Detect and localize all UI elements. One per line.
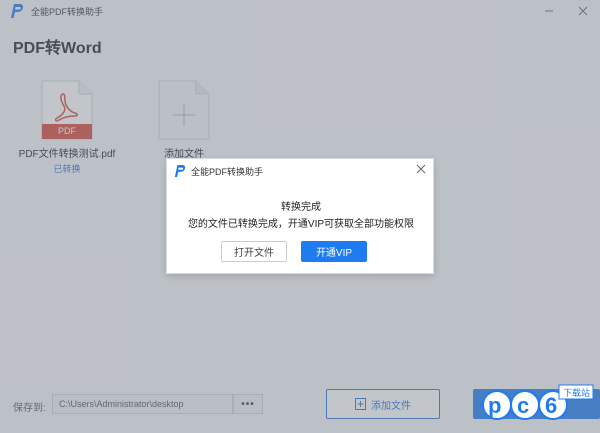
open-file-button[interactable]: 打开文件 <box>221 241 287 262</box>
open-vip-button[interactable]: 开通VIP <box>301 241 367 262</box>
svg-text:p: p <box>488 393 501 418</box>
svg-text:6: 6 <box>545 393 557 418</box>
dialog-message: 您的文件已转换完成，开通VIP可获取全部功能权限 <box>187 219 415 230</box>
site-watermark: p c 6 下载站 <box>475 381 595 426</box>
dialog-heading: 转换完成 <box>281 202 321 213</box>
conversion-complete-dialog: 全能PDF转换助手 转换完成 您的文件已转换完成，开通VIP可获取全部功能权限 … <box>166 158 434 274</box>
dialog-title: 全能PDF转换助手 <box>191 167 264 177</box>
svg-text:c: c <box>517 393 529 418</box>
app-logo-icon <box>174 165 186 177</box>
watermark-sub-label: 下载站 <box>562 388 590 398</box>
dialog-close-icon[interactable] <box>414 162 428 176</box>
